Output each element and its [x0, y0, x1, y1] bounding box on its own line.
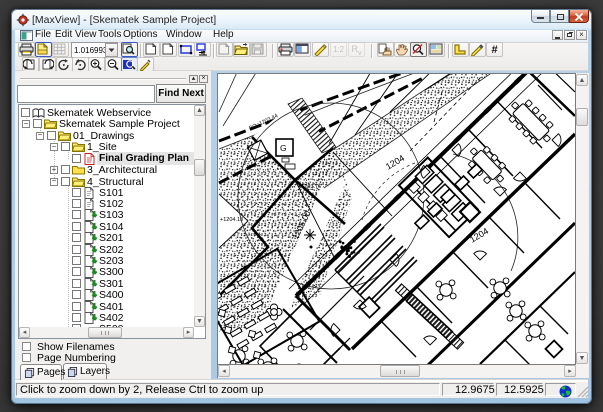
svg-text:+1203.76: +1203.76: [298, 184, 321, 190]
svg-text:+1204.18: +1204.18: [220, 217, 243, 223]
svg-text:G: G: [280, 143, 287, 153]
